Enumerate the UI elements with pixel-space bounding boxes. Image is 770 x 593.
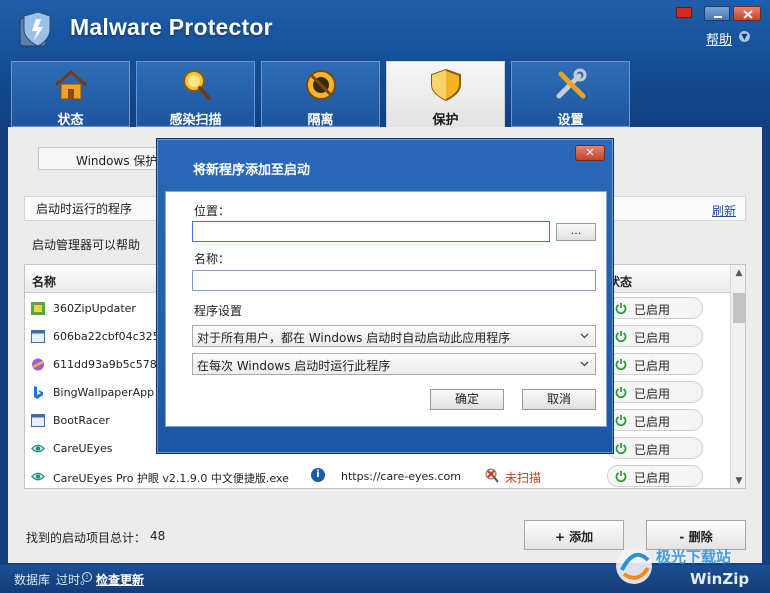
- location-input[interactable]: [192, 221, 550, 242]
- status-toggle[interactable]: 已启用: [607, 437, 703, 459]
- quarantine-icon: [306, 70, 336, 100]
- check-update-link[interactable]: 检查更新: [96, 571, 144, 588]
- tab-settings[interactable]: 设置: [511, 61, 630, 128]
- power-icon: [615, 331, 627, 342]
- status-toggle[interactable]: 已启用: [607, 409, 703, 431]
- language-flag-icon[interactable]: [676, 7, 692, 18]
- user-scope-select[interactable]: 对于所有用户，都在 Windows 启动时自动启动此应用程序: [192, 325, 596, 347]
- dialog-title: 将新程序添加至启动: [193, 163, 311, 178]
- status-toggle[interactable]: 已启用: [607, 381, 703, 403]
- location-label: 位置：: [194, 204, 231, 218]
- total-items-count: 48: [150, 529, 166, 543]
- 360zip-icon: [31, 302, 45, 315]
- database-label: 数据库: [14, 573, 51, 587]
- add-button[interactable]: + 添加: [524, 520, 624, 550]
- magnifier-icon: [183, 70, 211, 100]
- table-scrollbar[interactable]: ▲ ▼: [730, 265, 745, 488]
- status-toggle[interactable]: 已启用: [607, 353, 703, 375]
- window-app-icon: [31, 414, 45, 427]
- svg-text:WinZip: WinZip: [690, 570, 749, 588]
- power-icon: [615, 443, 627, 454]
- dialog-close-button[interactable]: ✕: [575, 145, 605, 161]
- app-window: Malware Protector 帮助 ▼ 状态 感染扫描 隔离 保护 设置 …: [0, 0, 770, 593]
- add-startup-dialog: 将新程序添加至启动 ✕ 位置： ... 名称： 程序设置 对于所有用户，都在 W…: [156, 138, 614, 454]
- status-toggle[interactable]: 已启用: [607, 325, 703, 347]
- tab-quarantine[interactable]: 隔离: [261, 61, 380, 128]
- run-frequency-select[interactable]: 在每次 Windows 启动时运行此程序: [192, 353, 596, 375]
- app-title: Malware Protector: [70, 14, 273, 40]
- name-input[interactable]: [192, 270, 596, 291]
- power-icon: [615, 415, 627, 426]
- total-items-label: 找到的启动项目总计：: [26, 531, 147, 545]
- dialog-body: 位置： ... 名称： 程序设置 对于所有用户，都在 Windows 启动时自动…: [165, 191, 607, 427]
- colorful-app-icon: [32, 358, 44, 371]
- eye-icon: [31, 472, 45, 481]
- table-row[interactable]: CareUEyes Pro 护眼 v2.1.9.0 中文便捷版.exe i ht…: [25, 462, 730, 488]
- chevron-down-icon: [580, 333, 589, 339]
- watermark-logo: 极光下载站 WinZip: [616, 548, 749, 588]
- column-header-name[interactable]: 名称: [32, 273, 56, 290]
- close-button[interactable]: [733, 6, 761, 21]
- scroll-down-icon[interactable]: ▼: [731, 473, 745, 488]
- power-icon: [615, 471, 627, 482]
- subtab-windows-protection[interactable]: Windows 保护: [38, 147, 168, 170]
- power-icon: [615, 359, 627, 370]
- window-app-icon: [31, 330, 45, 343]
- shield-icon: [431, 68, 461, 102]
- scroll-thumb[interactable]: [733, 293, 745, 323]
- program-settings-label: 程序设置: [194, 304, 243, 318]
- tab-protection[interactable]: 保护: [386, 61, 505, 128]
- browse-button[interactable]: ...: [556, 223, 596, 241]
- status-toggle[interactable]: 已启用: [607, 465, 703, 487]
- chevron-down-icon: [580, 361, 589, 367]
- eye-icon: [31, 444, 45, 453]
- tab-status[interactable]: 状态: [11, 61, 130, 128]
- scan-status: 未扫描: [505, 471, 542, 485]
- scroll-up-icon[interactable]: ▲: [731, 265, 745, 282]
- bing-icon: [34, 386, 43, 399]
- publisher-url: https://care-eyes.com: [341, 470, 462, 483]
- ok-button[interactable]: 确定: [430, 389, 504, 410]
- warning-icon: !: [82, 572, 92, 582]
- cancel-button[interactable]: 取消: [522, 389, 596, 410]
- minimize-button[interactable]: [704, 6, 730, 21]
- help-dropdown-icon[interactable]: ▼: [739, 31, 750, 42]
- info-icon[interactable]: i: [311, 468, 325, 482]
- app-logo-icon: [19, 11, 51, 47]
- scan-warning-icon: [485, 468, 499, 483]
- power-icon: [615, 303, 627, 314]
- tools-icon: [556, 68, 587, 99]
- name-label: 名称：: [194, 252, 231, 266]
- power-icon: [615, 387, 627, 398]
- tab-infection-scan[interactable]: 感染扫描: [136, 61, 255, 128]
- help-link[interactable]: 帮助: [706, 29, 732, 48]
- refresh-link[interactable]: 刷新: [712, 202, 736, 219]
- home-icon: [55, 70, 87, 100]
- section-description: 启动管理器可以帮助: [32, 238, 141, 252]
- section-title: 启动时运行的程序: [36, 202, 133, 216]
- status-toggle[interactable]: 已启用: [607, 297, 703, 319]
- svg-text:极光下载站: 极光下载站: [656, 548, 731, 566]
